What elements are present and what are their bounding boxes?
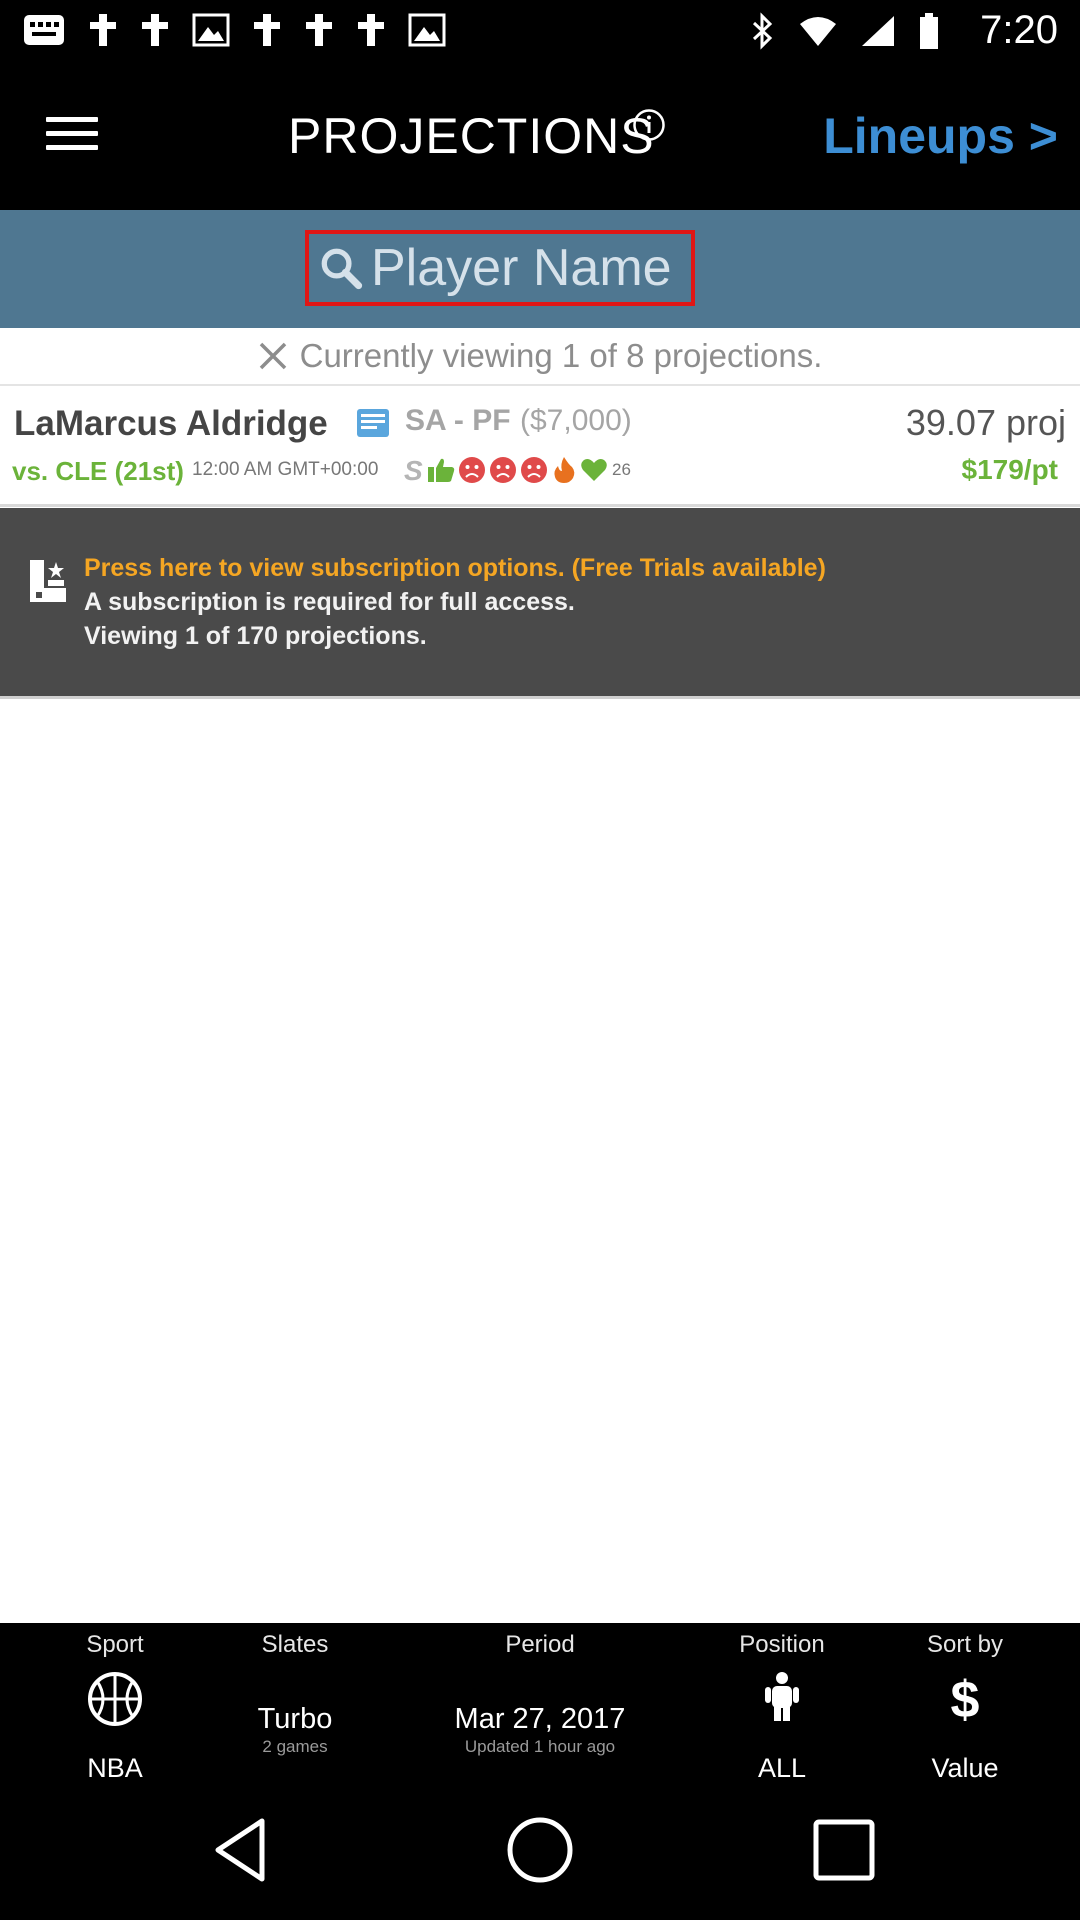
viewing-status: Currently viewing 1 of 8 projections. (0, 328, 1080, 386)
filter-bar: Sport NBA Slates Turbo 2 games Period Ma… (0, 1623, 1080, 1783)
player-position: SA - PF (405, 404, 511, 437)
back-icon[interactable] (210, 1815, 270, 1885)
plus-icon (90, 14, 116, 46)
svg-text:$: $ (951, 1671, 980, 1727)
close-icon[interactable] (258, 341, 288, 371)
subscription-note: A subscription is required for full acce… (84, 588, 575, 616)
search-input[interactable] (371, 238, 691, 298)
opponent: vs. CLE (21st) (12, 456, 184, 486)
image-icon (408, 13, 446, 47)
message-icon (24, 15, 64, 45)
sad-face-icon (490, 457, 516, 483)
heart-icon (581, 459, 607, 481)
subscription-banner[interactable]: Press here to view subscription options.… (0, 508, 1080, 699)
news-icon[interactable] (356, 406, 390, 440)
player-projection: 39.07 proj (905, 402, 1066, 443)
filter-period-label: Period (505, 1631, 575, 1658)
thumbs-up-icon (428, 458, 455, 482)
subscription-link[interactable]: Press here to view subscription options.… (84, 554, 826, 583)
filter-sort[interactable]: Sort by $ Value (890, 1623, 1040, 1783)
dollar-icon: $ (951, 1671, 980, 1727)
players-icon (765, 1672, 799, 1721)
price-per-point: $179/pt (961, 454, 1059, 485)
app-logo-icon (30, 560, 66, 602)
plus-icon (306, 14, 332, 46)
player-indicators: S 26 (402, 456, 631, 484)
status-time: 7:20 (980, 8, 1058, 52)
recents-icon[interactable] (812, 1815, 876, 1885)
search-band (0, 210, 1080, 328)
filter-sort-label: Sort by (926, 1631, 1004, 1658)
svg-text:S: S (404, 456, 423, 484)
fire-icon (554, 457, 575, 483)
viewing-text: Currently viewing 1 of 8 projections. (299, 337, 823, 374)
subscription-count: Viewing 1 of 170 projections. (84, 622, 427, 650)
home-icon[interactable] (505, 1815, 575, 1885)
wifi-icon (800, 17, 836, 46)
basketball-icon (88, 1672, 142, 1726)
search-icon (321, 248, 363, 290)
filter-slates-sub: 2 games (262, 1737, 328, 1756)
app-header: PROJECTIONS Lineups > (0, 63, 1080, 210)
status-bar: 7:20 (0, 0, 1080, 63)
heart-count: 26 (612, 460, 631, 479)
signal-icon (862, 16, 894, 46)
filter-position[interactable]: Position ALL (707, 1623, 857, 1783)
sad-face-icon (521, 457, 547, 483)
image-icon (192, 13, 230, 47)
battery-icon (920, 13, 938, 49)
search-box[interactable] (305, 230, 695, 306)
filter-period[interactable]: Period Mar 27, 2017 Updated 1 hour ago (420, 1623, 660, 1780)
player-row[interactable]: LaMarcus Aldridge SA - PF ($7,000) 39.07… (0, 392, 1080, 507)
filter-position-label: Position (739, 1631, 825, 1658)
s-icon: S (404, 456, 423, 484)
filter-sport[interactable]: Sport NBA (40, 1623, 190, 1783)
filter-sport-label: Sport (86, 1631, 144, 1658)
filter-slates[interactable]: Slates Turbo 2 games (220, 1623, 370, 1780)
game-time: 12:00 AM GMT+00:00 (192, 459, 379, 480)
plus-icon (254, 14, 280, 46)
bluetooth-icon (752, 12, 773, 50)
filter-period-value: Mar 27, 2017 (454, 1703, 626, 1735)
filter-slates-value: Turbo (257, 1703, 333, 1735)
player-name[interactable]: LaMarcus Aldridge (14, 404, 328, 444)
info-icon[interactable] (632, 108, 666, 142)
player-salary: ($7,000) (520, 404, 632, 437)
filter-slates-label: Slates (261, 1631, 329, 1658)
lineups-link[interactable]: Lineups > (823, 107, 1058, 165)
page-title: PROJECTIONS (288, 108, 655, 164)
filter-period-sub: Updated 1 hour ago (464, 1737, 616, 1756)
hamburger-icon (46, 117, 98, 122)
menu-button[interactable] (46, 117, 98, 157)
system-nav-bar (0, 1780, 1080, 1920)
sad-face-icon (459, 457, 485, 483)
plus-icon (142, 14, 168, 46)
plus-icon (358, 14, 384, 46)
